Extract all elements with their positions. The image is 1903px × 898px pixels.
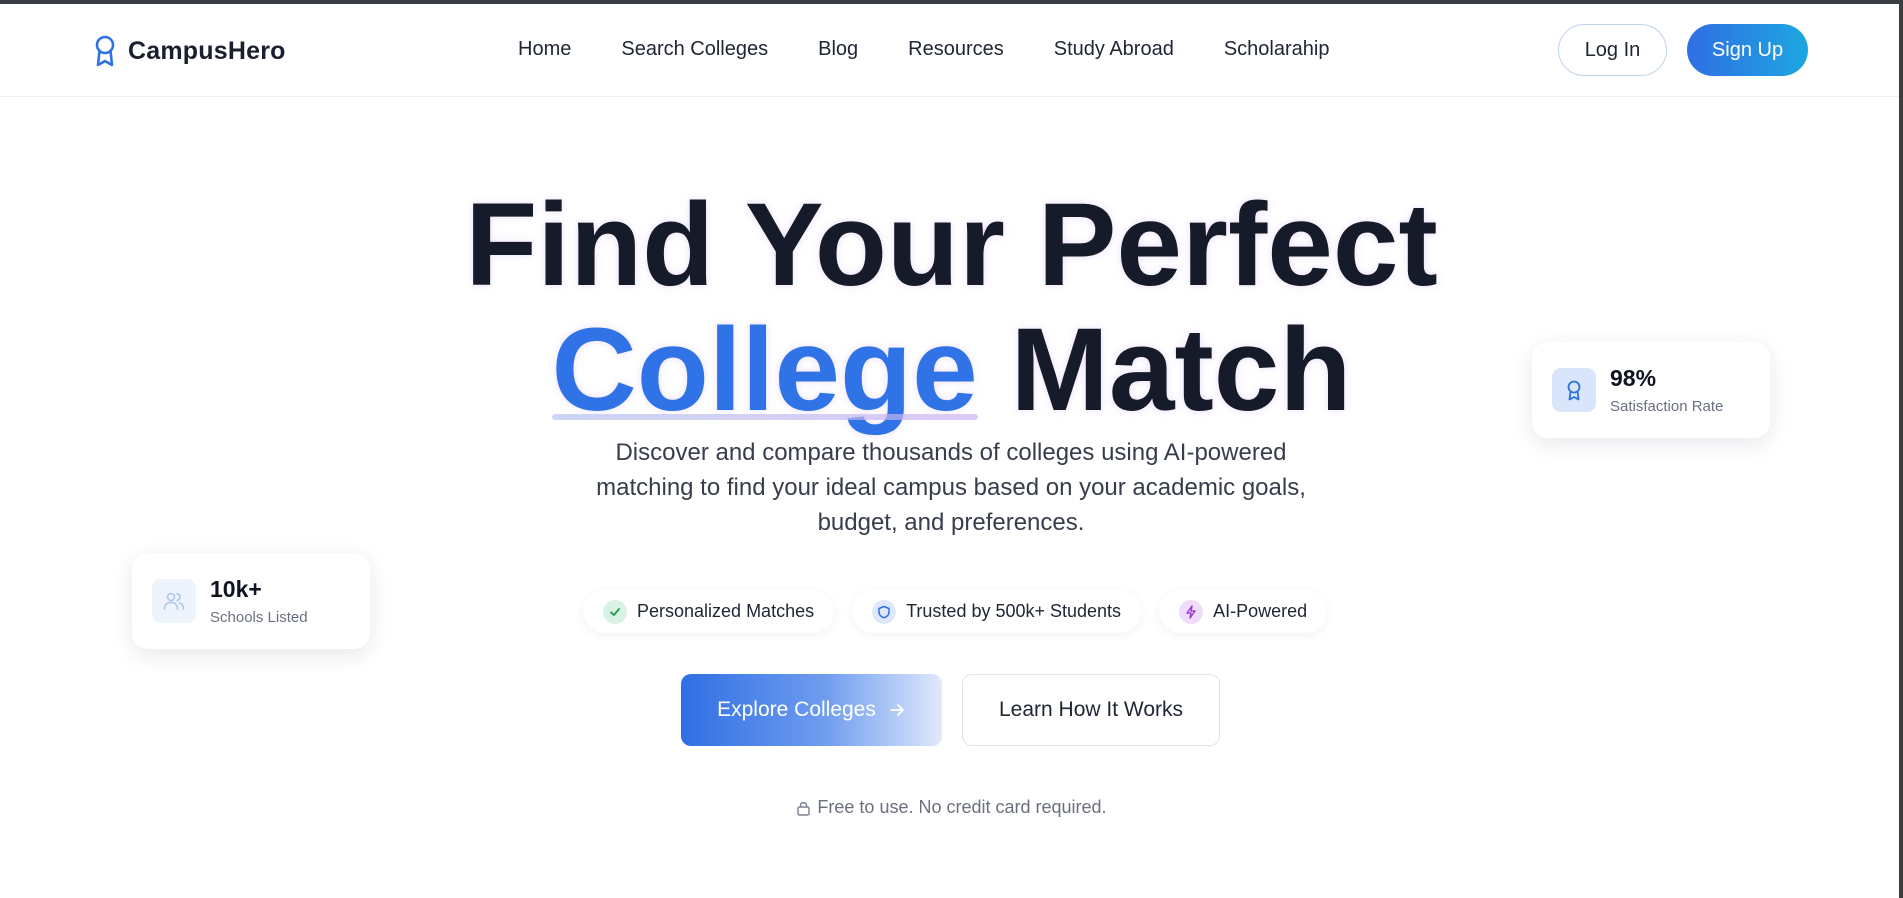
learn-how-button[interactable]: Learn How It Works: [962, 674, 1220, 746]
lock-icon: [797, 801, 811, 816]
explore-colleges-label: Explore Colleges: [717, 698, 876, 721]
stat-card-schools: 10k+ Schools Listed: [132, 553, 370, 649]
feature-pill: Trusted by 500k+ Students: [852, 590, 1142, 633]
feature-pills: Personalized Matches Trusted by 500k+ St…: [583, 590, 1328, 633]
feature-label: AI-Powered: [1213, 601, 1308, 621]
auth-buttons: Log In Sign Up: [1558, 24, 1808, 76]
stat-value: 98%: [1610, 365, 1657, 391]
feature-label: Trusted by 500k+ Students: [906, 601, 1122, 621]
brand-name: CampusHero: [128, 36, 286, 65]
users-icon: [152, 579, 196, 623]
lightning-icon: [1179, 599, 1204, 624]
award-icon: [95, 35, 115, 67]
window-scrollbar[interactable]: [1899, 0, 1903, 898]
stat-label: Satisfaction Rate: [1610, 398, 1724, 415]
feature-label: Personalized Matches: [637, 601, 815, 621]
hero-title-line1: Find Your Perfect: [465, 179, 1438, 311]
brand-logo[interactable]: CampusHero: [92, 34, 286, 68]
free-note-text: Free to use. No credit card required.: [817, 797, 1107, 817]
hero-subtitle: Discover and compare thousands of colleg…: [596, 439, 1306, 536]
arrow-right-icon: [889, 704, 904, 716]
check-icon: [603, 599, 627, 624]
free-note: Free to use. No credit card required.: [0, 797, 1903, 818]
award-icon: [1552, 368, 1596, 412]
nav-scholarship[interactable]: Scholarahip: [1224, 38, 1330, 61]
stat-label: Schools Listed: [210, 609, 308, 626]
hero-title-rest: Match: [1010, 304, 1352, 436]
stat-card-satisfaction: 98% Satisfaction Rate: [1532, 342, 1770, 438]
feature-pill: AI-Powered: [1159, 590, 1328, 633]
login-button[interactable]: Log In: [1558, 24, 1667, 76]
shield-icon: [872, 599, 897, 624]
nav-blog[interactable]: Blog: [818, 38, 858, 61]
main-nav: Home Search Colleges Blog Resources Stud…: [518, 38, 1329, 61]
hero-title-accent: College: [551, 304, 978, 436]
signup-button[interactable]: Sign Up: [1687, 24, 1808, 76]
stat-value: 10k+: [210, 576, 262, 602]
nav-search-colleges[interactable]: Search Colleges: [621, 38, 768, 61]
site-header: CampusHero Home Search Colleges Blog Res…: [0, 4, 1899, 97]
explore-colleges-button[interactable]: Explore Colleges: [681, 674, 942, 746]
nav-home[interactable]: Home: [518, 38, 571, 61]
feature-pill: Personalized Matches: [583, 590, 835, 633]
nav-study-abroad[interactable]: Study Abroad: [1054, 38, 1174, 61]
nav-resources[interactable]: Resources: [908, 38, 1004, 61]
